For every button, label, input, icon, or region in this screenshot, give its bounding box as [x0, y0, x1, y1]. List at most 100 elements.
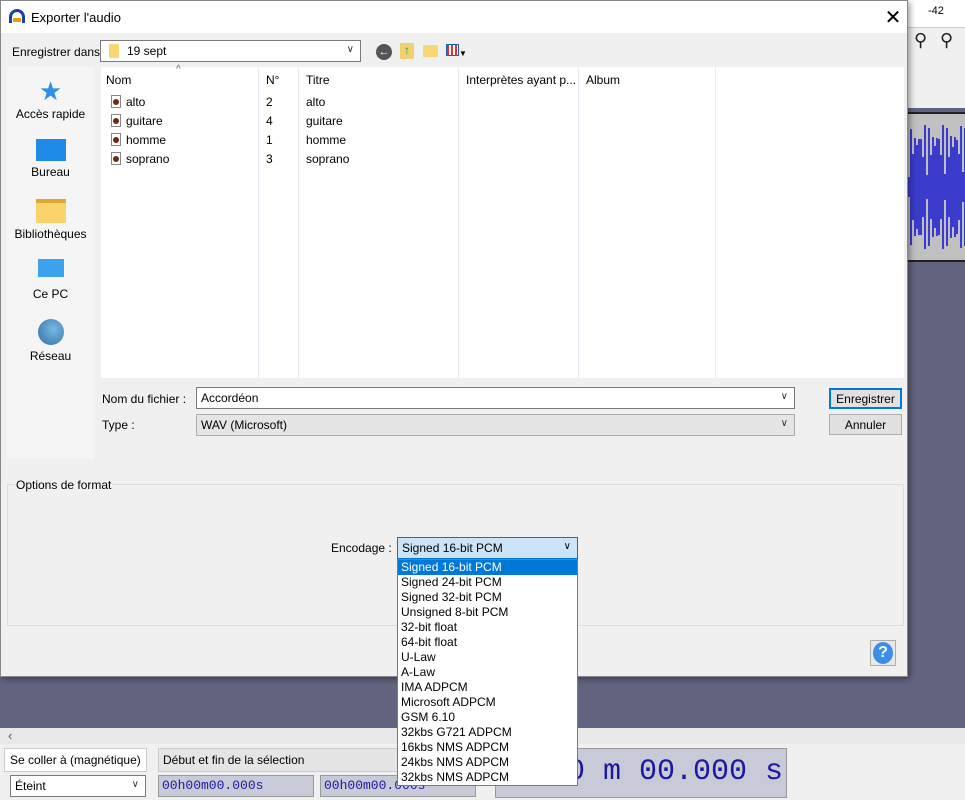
view-menu-button[interactable]: ▼: [446, 44, 470, 58]
encoding-option[interactable]: IMA ADPCM: [398, 680, 577, 695]
help-button[interactable]: ?: [870, 640, 896, 666]
places-sidebar: ★ Accès rapide Bureau Bibliothèques Ce PC…: [7, 67, 94, 459]
sidebar-label: Réseau: [29, 349, 72, 363]
zoom-fit-project-icon[interactable]: ⚲: [940, 30, 962, 54]
close-button[interactable]: ✕: [881, 5, 905, 30]
encoding-dropdown-list[interactable]: Signed 16-bit PCM Signed 24-bit PCM Signed…: [397, 559, 578, 786]
sidebar-item-acces-rapide[interactable]: ★ Accès rapide: [7, 76, 94, 121]
type-value: WAV (Microsoft): [201, 418, 287, 432]
file-title: alto: [306, 95, 326, 109]
selection-start-time[interactable]: 00h00m00.000s: [158, 775, 314, 797]
folder-icon: [109, 44, 119, 58]
sort-ascending-icon: ^: [176, 64, 181, 75]
save-in-value: 19 sept: [127, 44, 167, 58]
sidebar-item-ce-pc[interactable]: Ce PC: [7, 259, 94, 301]
up-folder-button[interactable]: ↑: [400, 43, 414, 59]
ruler-label: -42: [928, 5, 944, 17]
audio-file-icon: [111, 133, 121, 146]
title-bar: Exporter l'audio ✕: [1, 1, 907, 33]
encoding-option[interactable]: Signed 16-bit PCM: [398, 560, 577, 575]
file-name: guitare: [126, 114, 163, 128]
timeline-ruler[interactable]: -42: [908, 0, 965, 28]
encoding-option[interactable]: 32-bit float: [398, 620, 577, 635]
file-title: homme: [306, 133, 347, 147]
new-folder-button[interactable]: [423, 45, 438, 57]
type-label: Type :: [102, 418, 135, 432]
audio-waveform[interactable]: [908, 112, 965, 262]
filename-value: Accordéon: [201, 391, 259, 405]
save-in-label: Enregistrer dans :: [12, 45, 107, 59]
snap-value: Éteint: [15, 779, 46, 793]
dialog-title: Exporter l'audio: [31, 10, 121, 25]
chevron-down-icon: ∨: [780, 391, 788, 402]
sidebar-item-bibliotheques[interactable]: Bibliothèques: [7, 199, 94, 241]
encoding-option[interactable]: 64-bit float: [398, 635, 577, 650]
network-icon: [37, 319, 64, 345]
chevron-down-icon: ∨: [780, 418, 788, 429]
column-header-interpretes[interactable]: Interprètes ayant p...: [466, 73, 576, 87]
encoding-select[interactable]: Signed 16-bit PCM ∨: [397, 537, 578, 559]
file-name: alto: [126, 95, 146, 109]
column-header-album[interactable]: Album: [586, 73, 620, 87]
file-title: soprano: [306, 152, 350, 166]
file-title: guitare: [306, 114, 343, 128]
sidebar-label: Ce PC: [32, 287, 69, 301]
encoding-option[interactable]: Microsoft ADPCM: [398, 695, 577, 710]
encoding-option[interactable]: U-Law: [398, 650, 577, 665]
chevron-down-icon: ∨: [346, 44, 354, 55]
zoom-fit-selection-icon[interactable]: ⚲: [914, 30, 936, 54]
sidebar-item-reseau[interactable]: Réseau: [7, 319, 94, 363]
help-icon: ?: [873, 642, 893, 664]
libraries-icon: [35, 199, 66, 223]
encoding-option[interactable]: GSM 6.10: [398, 710, 577, 725]
audacity-icon: [9, 9, 25, 23]
encoding-option[interactable]: Signed 32-bit PCM: [398, 590, 577, 605]
encoding-option[interactable]: Unsigned 8-bit PCM: [398, 605, 577, 620]
column-header-numero[interactable]: N°: [266, 73, 279, 87]
back-button[interactable]: ←: [376, 44, 392, 60]
file-number: 3: [266, 152, 273, 166]
zoom-toolbar: ⚲ ⚲: [908, 28, 965, 108]
snap-select[interactable]: Éteint ∨: [10, 775, 146, 797]
snap-label: Se coller à (magnétique): [4, 748, 147, 772]
type-select[interactable]: WAV (Microsoft) ∨: [196, 414, 795, 436]
star-icon: ★: [38, 76, 63, 106]
filename-input[interactable]: Accordéon ∨: [196, 387, 795, 409]
chevron-down-icon: ∨: [131, 779, 139, 790]
encoding-option[interactable]: Signed 24-bit PCM: [398, 575, 577, 590]
encoding-option[interactable]: 32kbs NMS ADPCM: [398, 770, 577, 785]
sidebar-label: Bureau: [31, 165, 70, 179]
sidebar-item-bureau[interactable]: Bureau: [7, 139, 94, 179]
column-header-nom[interactable]: Nom: [106, 73, 131, 87]
save-in-combo[interactable]: 19 sept ∨: [100, 40, 361, 62]
file-row[interactable]: homme: [111, 133, 166, 147]
file-name: homme: [126, 133, 167, 147]
file-row[interactable]: guitare: [111, 114, 163, 128]
file-number: 2: [266, 95, 273, 109]
encoding-option[interactable]: A-Law: [398, 665, 577, 680]
column-header-titre[interactable]: Titre: [306, 73, 330, 87]
encoding-value: Signed 16-bit PCM: [402, 541, 503, 555]
encoding-option[interactable]: 16kbs NMS ADPCM: [398, 740, 577, 755]
cancel-button[interactable]: Annuler: [829, 414, 902, 435]
file-number: 4: [266, 114, 273, 128]
encoding-option[interactable]: 24kbs NMS ADPCM: [398, 755, 577, 770]
scroll-left-icon[interactable]: ‹: [8, 728, 12, 743]
file-name: soprano: [126, 152, 170, 166]
file-list[interactable]: ^ Nom N° Titre Interprètes ayant p... Al…: [101, 64, 904, 378]
filename-label: Nom du fichier :: [102, 392, 187, 406]
format-options-label: Options de format: [15, 478, 113, 492]
save-button[interactable]: Enregistrer: [829, 388, 902, 409]
audio-file-icon: [111, 95, 121, 108]
encoding-option[interactable]: 32kbs G721 ADPCM: [398, 725, 577, 740]
desktop-icon: [35, 139, 66, 161]
sidebar-label: Accès rapide: [15, 107, 86, 121]
audio-file-icon: [111, 152, 121, 165]
computer-icon: [37, 259, 64, 277]
sidebar-label: Bibliothèques: [14, 227, 87, 241]
file-row[interactable]: soprano: [111, 152, 169, 166]
audio-file-icon: [111, 114, 121, 127]
chevron-down-icon: ∨: [563, 541, 571, 552]
file-row[interactable]: alto: [111, 95, 145, 109]
file-number: 1: [266, 133, 273, 147]
